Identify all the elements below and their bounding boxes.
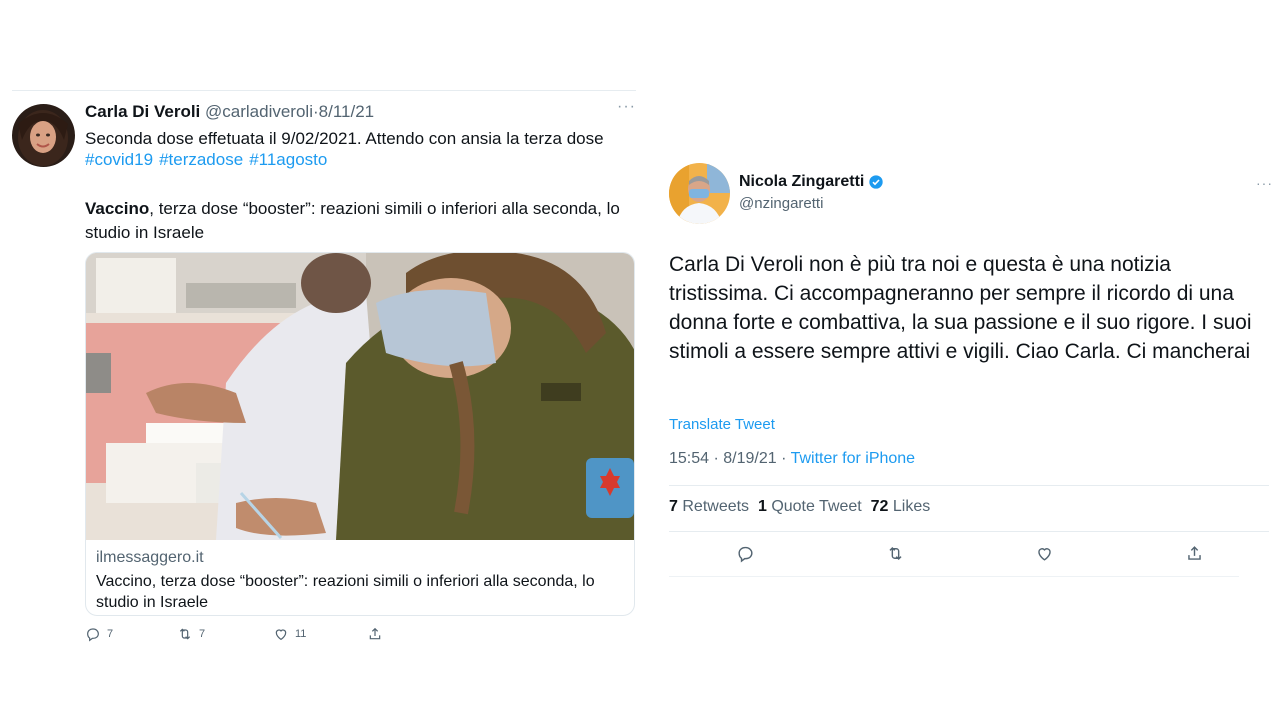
card-image xyxy=(86,253,634,540)
author-name[interactable]: Carla Di Veroli xyxy=(85,102,200,121)
more-options-icon[interactable]: ··· xyxy=(617,98,636,116)
avatar[interactable] xyxy=(12,104,75,167)
tweet-source-link[interactable]: Twitter for iPhone xyxy=(791,450,916,467)
tweet-time[interactable]: 15:54 · 8/19/21 · xyxy=(669,450,791,467)
hashtag-link[interactable]: #11agosto xyxy=(249,150,327,169)
hashtag-link[interactable]: #covid19 xyxy=(85,150,153,169)
share-icon xyxy=(1187,545,1201,560)
author-name[interactable]: Nicola Zingaretti xyxy=(739,173,864,191)
tweet-timestamp: 15:54 · 8/19/21 · Twitter for iPhone xyxy=(669,450,915,468)
hashtag-link[interactable]: #terzadose xyxy=(159,150,243,169)
avatar[interactable] xyxy=(669,163,730,224)
tweet-text: Carla Di Veroli non è più tra noi e ques… xyxy=(669,253,1252,363)
share-icon xyxy=(369,627,381,640)
share-button[interactable] xyxy=(1182,541,1206,565)
link-card[interactable]: ilmessaggero.it Vaccino, terza dose “boo… xyxy=(85,252,635,616)
verified-badge-icon xyxy=(869,175,884,189)
hashtags: #covid19 #terzadose #11agosto xyxy=(85,150,333,170)
like-count: 11 xyxy=(295,628,307,640)
retweet-icon xyxy=(179,628,191,640)
like-button[interactable]: 11 xyxy=(273,626,306,642)
tweet-text: Seconda dose effetuata il 9/02/2021. Att… xyxy=(85,129,604,148)
reply-icon xyxy=(87,628,99,642)
tweet-actions xyxy=(669,541,1269,567)
tweet-actions: 7 7 11 xyxy=(85,626,405,646)
retweets-stat[interactable]: 7 Retweets xyxy=(669,498,749,515)
heart-icon xyxy=(275,629,287,641)
divider xyxy=(669,576,1239,577)
retweet-button[interactable] xyxy=(883,541,907,565)
reply-icon xyxy=(737,546,753,562)
reply-button[interactable] xyxy=(733,541,757,565)
divider xyxy=(669,485,1269,486)
retweet-count: 7 xyxy=(199,628,206,640)
reply-button[interactable]: 7 xyxy=(85,626,113,642)
heart-icon xyxy=(1037,547,1051,561)
tweet-stats: 7 Retweets 1 Quote Tweet 72 Likes xyxy=(669,498,930,516)
article-rest: , terza dose “booster”: reazioni simili … xyxy=(85,199,620,242)
tweet-header: Carla Di Veroli @carladiveroli·8/11/21 xyxy=(85,102,374,122)
author-handle[interactable]: @carladiveroli xyxy=(205,102,313,121)
divider xyxy=(669,531,1269,532)
retweet-icon xyxy=(888,546,902,560)
card-domain: ilmessaggero.it xyxy=(96,549,204,566)
reply-count: 7 xyxy=(107,628,114,640)
like-button[interactable] xyxy=(1032,541,1056,565)
likes-stat[interactable]: 72 Likes xyxy=(871,498,931,515)
article-headline: Vaccino, terza dose “booster”: reazioni … xyxy=(85,197,645,245)
card-title: Vaccino, terza dose “booster”: reazioni … xyxy=(96,573,595,611)
article-bold: Vaccino xyxy=(85,199,150,218)
share-button[interactable] xyxy=(367,626,383,642)
more-options-icon[interactable]: ··· xyxy=(1256,175,1273,191)
tweet-date[interactable]: 8/11/21 xyxy=(319,102,374,121)
tweet-top-divider xyxy=(12,90,636,91)
quote-tweets-stat[interactable]: 1 Quote Tweet xyxy=(758,498,862,515)
translate-tweet-link[interactable]: Translate Tweet xyxy=(669,416,775,433)
retweet-button[interactable]: 7 xyxy=(177,626,205,642)
author-name-row: Nicola Zingaretti xyxy=(739,173,884,191)
author-handle[interactable]: @nzingaretti xyxy=(739,195,823,212)
